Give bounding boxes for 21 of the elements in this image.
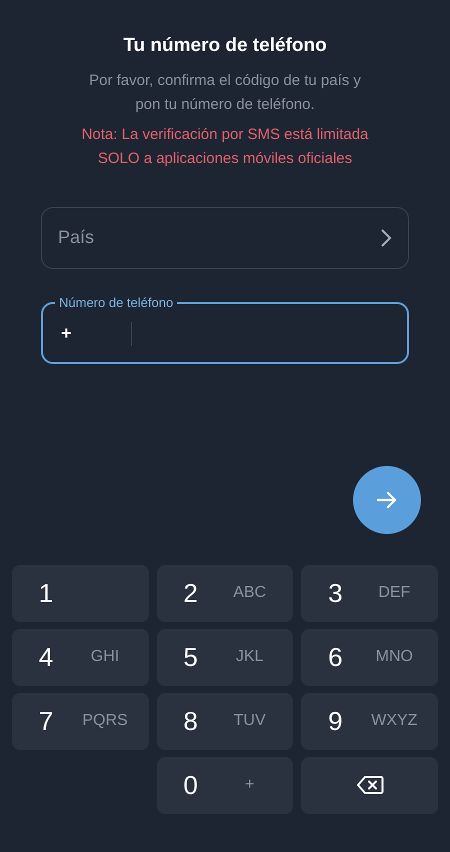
phone-field[interactable]: Número de teléfono + [41,294,409,364]
field-label: Número de teléfono [58,294,174,310]
keypad-key[interactable]: 0 + [156,756,294,814]
keypad-key[interactable]: 6 MNO [301,628,438,686]
backspace-key[interactable] [301,756,438,814]
keypad-key[interactable]: 7 PQRS [12,692,149,750]
keypad-key[interactable]: 9 WXYZ [301,692,438,750]
warning-note: Nota: La verificación por SMS está limitada SOLO a aplicaciones móviles oficiales [80,124,370,168]
arrow-right-icon [376,490,398,510]
keypad-key[interactable]: 1 [12,564,149,622]
keypad-key[interactable]: 2 ABC [156,564,294,622]
page-title: Tu número de teléfono [123,34,327,58]
keypad-key[interactable]: 4 GHI [12,628,149,686]
keypad-key[interactable]: 5 JKL [156,628,294,686]
instruction-text: Por favor, confirma el código de tu país y pon tu número de teléfono. [88,70,362,114]
country-code-prefix: + [61,322,73,345]
country-selector[interactable]: País [41,206,409,268]
backspace-icon [356,775,384,795]
keypad-key[interactable]: 3 DEF [301,564,438,622]
chevron-right-icon [380,228,392,248]
keypad-key[interactable]: 8 TUV [156,692,294,750]
